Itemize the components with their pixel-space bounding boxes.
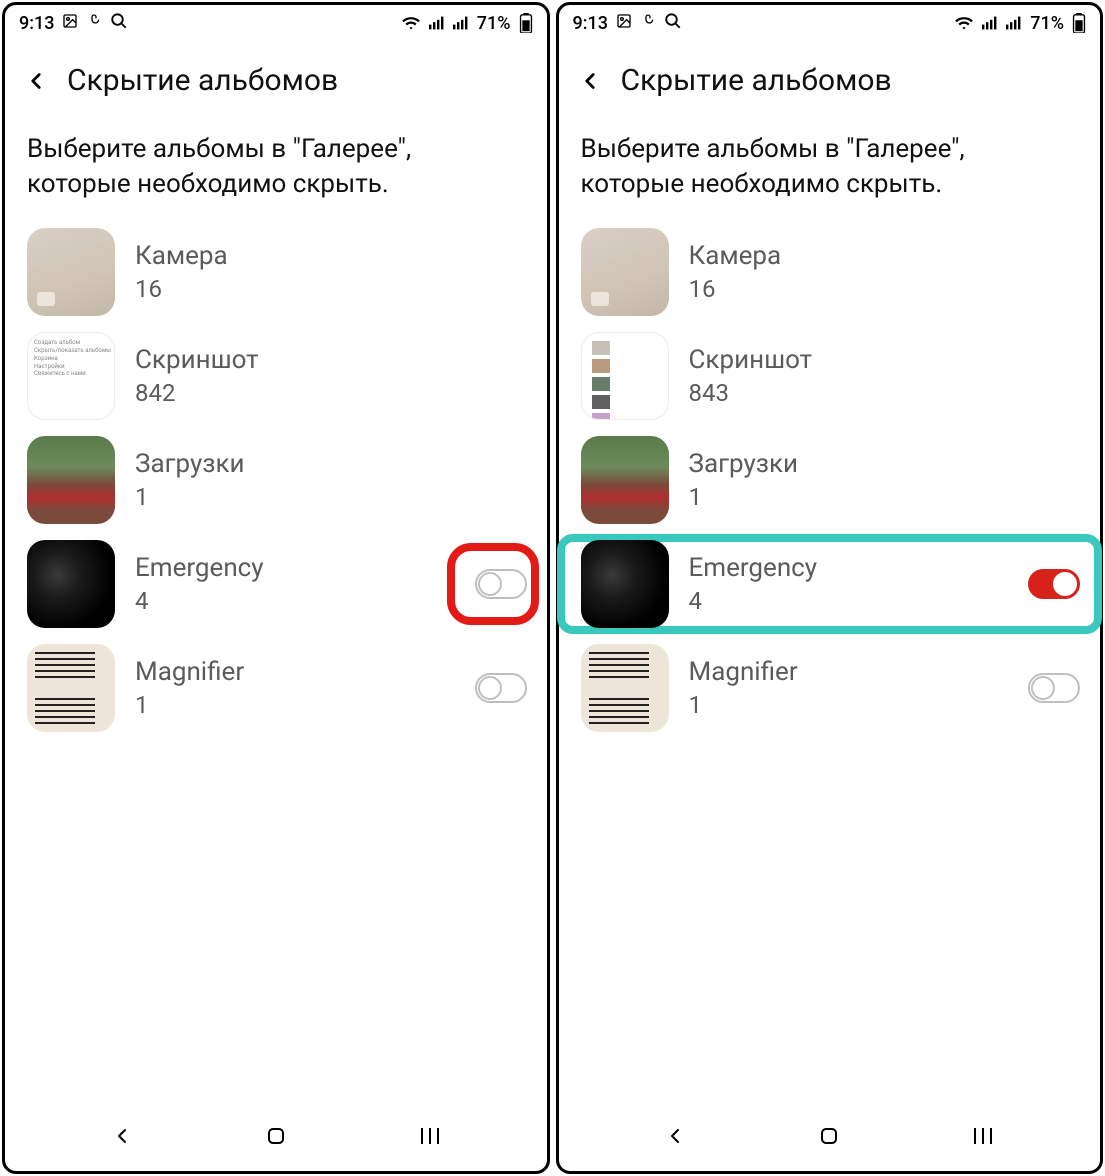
status-time: 9:13 xyxy=(573,13,608,34)
album-name: Загрузки xyxy=(689,449,1081,479)
album-list: Камера 16 Скриншот 843 Загрузки 1 Emerge… xyxy=(559,220,1101,740)
hide-toggle[interactable] xyxy=(475,673,527,703)
album-thumbnail xyxy=(581,644,669,732)
image-icon xyxy=(62,13,78,34)
battery-percent: 71% xyxy=(477,13,511,34)
nav-recents-icon[interactable] xyxy=(410,1116,450,1156)
signal-icon-2 xyxy=(453,16,469,30)
album-name: Magnifier xyxy=(689,657,1009,687)
hook-icon xyxy=(86,13,102,34)
album-thumbnail xyxy=(581,540,669,628)
page-subtitle: Выберите альбомы в "Галерее", которые не… xyxy=(5,108,547,220)
back-icon[interactable] xyxy=(577,68,603,94)
album-thumbnail xyxy=(581,436,669,524)
nav-home-icon[interactable] xyxy=(256,1116,296,1156)
image-icon xyxy=(616,13,632,34)
status-bar: 9:13 71% xyxy=(559,5,1101,41)
battery-icon xyxy=(519,13,533,33)
status-bar: 9:13 71% xyxy=(5,5,547,41)
album-row-camera[interactable]: Камера 16 xyxy=(5,220,547,324)
album-list: Камера 16 Создать альбом Скрыть/показать… xyxy=(5,220,547,740)
android-nav-bar xyxy=(559,1111,1101,1171)
album-row-downloads[interactable]: Загрузки 1 xyxy=(559,428,1101,532)
album-thumbnail xyxy=(581,332,669,420)
album-count: 4 xyxy=(689,587,1009,615)
signal-icon xyxy=(429,16,445,30)
album-name: Камера xyxy=(689,241,1081,271)
back-icon[interactable] xyxy=(23,68,49,94)
nav-home-icon[interactable] xyxy=(809,1116,849,1156)
battery-percent: 71% xyxy=(1030,13,1064,34)
album-count: 16 xyxy=(689,275,1081,303)
album-name: Emergency xyxy=(135,553,455,583)
album-thumbnail xyxy=(27,540,115,628)
page-subtitle: Выберите альбомы в "Галерее", которые не… xyxy=(559,108,1101,220)
album-count: 842 xyxy=(135,379,527,407)
search-icon xyxy=(664,12,682,35)
album-name: Magnifier xyxy=(135,657,455,687)
album-count: 1 xyxy=(689,483,1081,511)
wifi-icon xyxy=(401,15,421,31)
album-thumbnail: Создать альбом Скрыть/показать альбомы К… xyxy=(27,332,115,420)
album-row-emergency[interactable]: Emergency 4 xyxy=(5,532,547,636)
signal-icon-2 xyxy=(1006,16,1022,30)
album-count: 4 xyxy=(135,587,455,615)
hook-icon xyxy=(640,13,656,34)
album-row-screenshots[interactable]: Скриншот 843 xyxy=(559,324,1101,428)
album-name: Камера xyxy=(135,241,527,271)
signal-icon xyxy=(982,16,998,30)
album-count: 1 xyxy=(689,691,1009,719)
album-name: Скриншот xyxy=(689,345,1081,375)
album-count: 1 xyxy=(135,691,455,719)
hide-toggle[interactable] xyxy=(1028,673,1080,703)
album-row-screenshots[interactable]: Создать альбом Скрыть/показать альбомы К… xyxy=(5,324,547,428)
album-name: Скриншот xyxy=(135,345,527,375)
album-thumbnail xyxy=(27,228,115,316)
battery-icon xyxy=(1072,13,1086,33)
hide-toggle[interactable] xyxy=(1028,569,1080,599)
wifi-icon xyxy=(954,15,974,31)
nav-back-icon[interactable] xyxy=(655,1116,695,1156)
album-name: Emergency xyxy=(689,553,1009,583)
nav-recents-icon[interactable] xyxy=(963,1116,1003,1156)
album-row-camera[interactable]: Камера 16 xyxy=(559,220,1101,324)
album-thumbnail xyxy=(581,228,669,316)
album-name: Загрузки xyxy=(135,449,527,479)
album-count: 16 xyxy=(135,275,527,303)
album-row-magnifier[interactable]: Magnifier 1 xyxy=(559,636,1101,740)
page-title: Скрытие альбомов xyxy=(621,63,892,98)
album-thumbnail xyxy=(27,644,115,732)
album-row-emergency[interactable]: Emergency 4 xyxy=(559,532,1101,636)
page-title: Скрытие альбомов xyxy=(67,63,338,98)
album-count: 1 xyxy=(135,483,527,511)
nav-back-icon[interactable] xyxy=(102,1116,142,1156)
album-count: 843 xyxy=(689,379,1081,407)
album-thumbnail xyxy=(27,436,115,524)
search-icon xyxy=(110,12,128,35)
android-nav-bar xyxy=(5,1111,547,1171)
album-row-magnifier[interactable]: Magnifier 1 xyxy=(5,636,547,740)
album-row-downloads[interactable]: Загрузки 1 xyxy=(5,428,547,532)
phone-screen-left: 9:13 71% xyxy=(2,2,550,1174)
app-header: Скрытие альбомов xyxy=(559,41,1101,108)
status-time: 9:13 xyxy=(19,13,54,34)
hide-toggle[interactable] xyxy=(475,569,527,599)
phone-screen-right: 9:13 71% xyxy=(556,2,1104,1174)
app-header: Скрытие альбомов xyxy=(5,41,547,108)
